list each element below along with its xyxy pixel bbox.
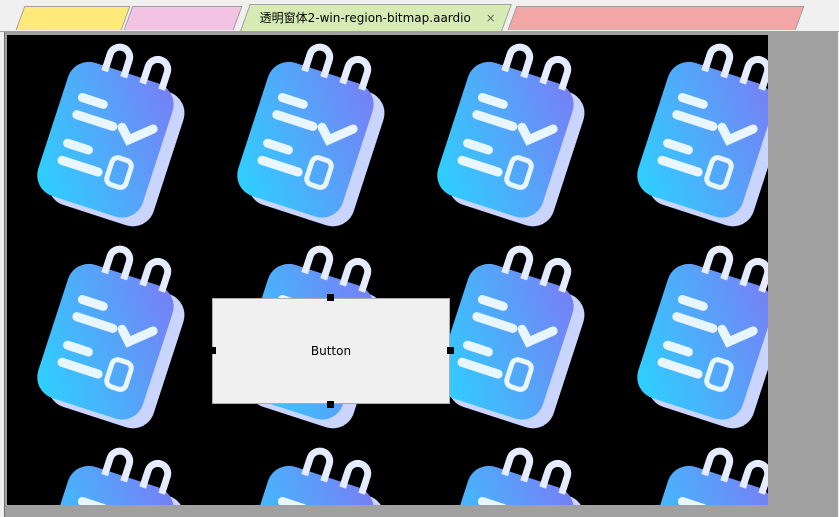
tab-active[interactable]: 透明窗体2-win-region-bitmap.aardio × bbox=[240, 4, 512, 31]
button-control[interactable]: Button bbox=[212, 298, 450, 404]
resize-handle-right[interactable] bbox=[447, 347, 454, 354]
tiled-background bbox=[7, 35, 768, 505]
resize-handle-left[interactable] bbox=[209, 347, 216, 354]
form-canvas[interactable] bbox=[7, 35, 768, 505]
tab-bar: 透明窗体2-win-region-bitmap.aardio × bbox=[0, 0, 839, 32]
checklist-notepad-icon bbox=[7, 35, 768, 505]
close-icon[interactable]: × bbox=[486, 5, 496, 32]
resize-handle-top[interactable] bbox=[327, 294, 334, 301]
tab-4[interactable] bbox=[507, 6, 805, 30]
tab-label: 透明窗体2-win-region-bitmap.aardio bbox=[259, 11, 471, 25]
button-label: Button bbox=[310, 344, 352, 358]
resize-handle-bottom[interactable] bbox=[327, 401, 334, 408]
tab-2[interactable] bbox=[123, 6, 243, 30]
tab-1[interactable] bbox=[15, 6, 131, 30]
